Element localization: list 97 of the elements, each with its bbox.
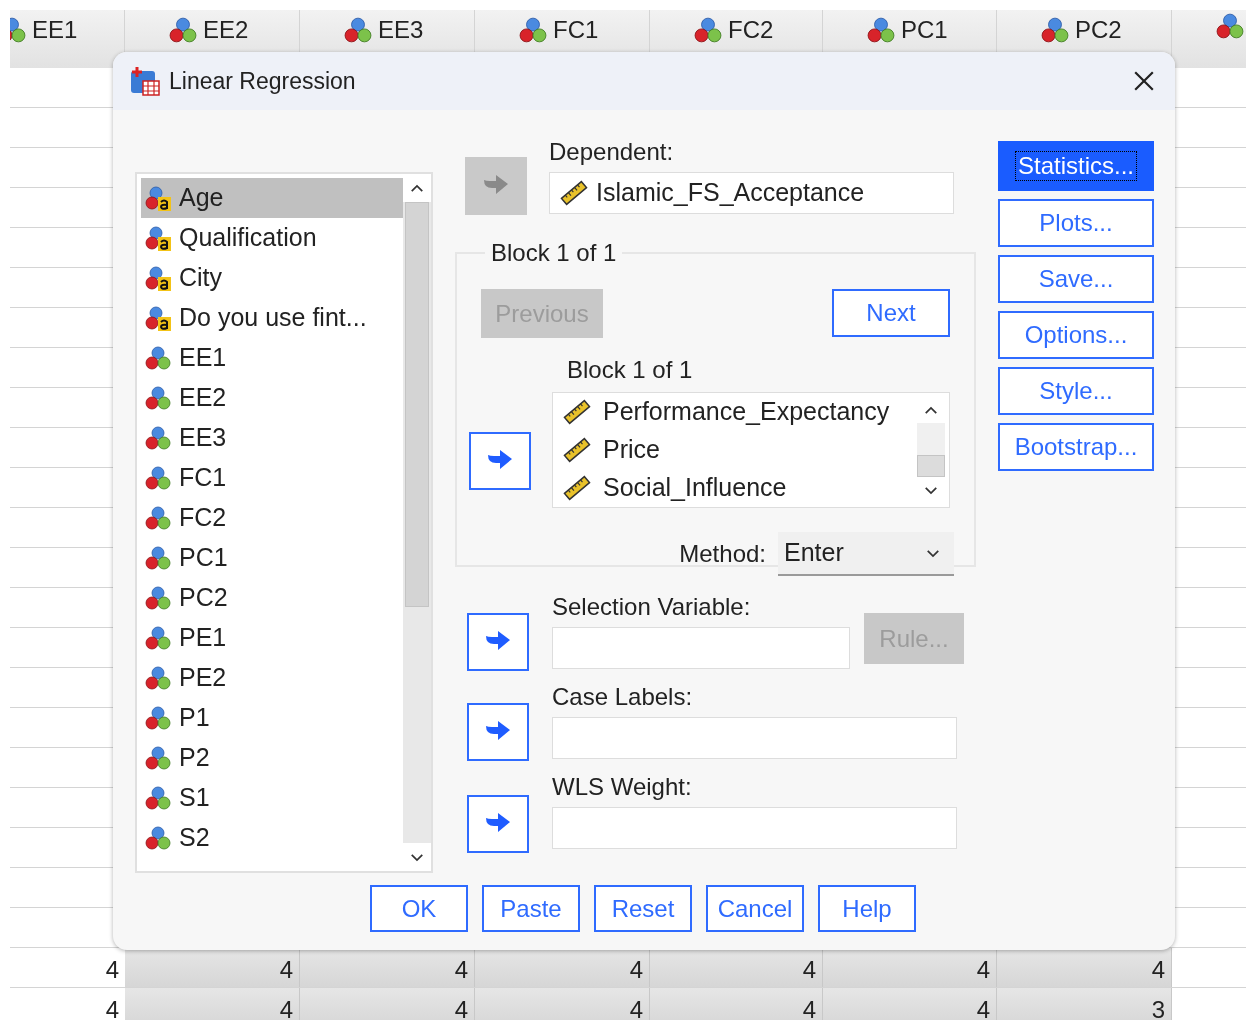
dialog-button[interactable]: Help <box>818 885 916 932</box>
variable-item[interactable]: Do you use fint... <box>141 298 403 338</box>
nominal-variable-icon <box>519 16 547 44</box>
nominal-variable-icon <box>1216 12 1244 40</box>
group-legend: Block 1 of 1 <box>485 235 623 271</box>
dialog-button[interactable]: Save... <box>998 255 1154 303</box>
variable-item[interactable]: Qualification <box>141 218 403 258</box>
dialog-button[interactable]: OK <box>370 885 468 932</box>
close-icon[interactable] <box>1133 70 1155 92</box>
table-cell-text: 4 <box>105 955 119 985</box>
method-dropdown[interactable]: Enter <box>778 532 954 576</box>
string-variable-icon <box>145 185 171 211</box>
variable-item[interactable]: City <box>141 258 403 298</box>
dialog-button[interactable]: Options... <box>998 311 1154 359</box>
dependent-field[interactable]: Islamic_FS_Acceptance <box>549 172 954 214</box>
string-variable-icon <box>145 305 171 331</box>
block-label: Block 1 of 1 <box>567 356 693 383</box>
field-label: Dependent: <box>549 140 675 164</box>
table-cell-text: 4 <box>802 995 816 1020</box>
regression-app-icon <box>129 65 161 97</box>
dialog-button[interactable]: Bootstrap... <box>998 423 1154 471</box>
variable-item[interactable]: EE3 <box>141 418 403 458</box>
nominal-variable-icon <box>145 505 171 531</box>
variable-item[interactable]: Performance_Expectancy <box>563 393 917 431</box>
scroll-up-icon[interactable] <box>924 405 938 415</box>
dropdown-caret-icon <box>926 548 940 558</box>
nominal-variable-icon <box>145 745 171 771</box>
field-label: WLS Weight: <box>552 775 693 799</box>
scroll-down-icon[interactable] <box>410 852 424 862</box>
move-arrow-button[interactable] <box>467 613 529 671</box>
nominal-variable-icon <box>1041 16 1069 44</box>
table-cell-text: 4 <box>976 995 990 1020</box>
string-variable-icon <box>145 265 171 291</box>
scroll-thumb[interactable] <box>405 202 429 607</box>
dialog-button[interactable]: Cancel <box>706 885 804 932</box>
table-cell-text: 4 <box>802 955 816 985</box>
scrollbar[interactable] <box>403 174 431 871</box>
field-label: Case Labels: <box>552 685 694 709</box>
table-cell-text: 4 <box>105 995 119 1020</box>
move-arrow-button[interactable] <box>467 703 529 761</box>
table-cell-text: 4 <box>279 955 293 985</box>
variable-item[interactable]: S2 <box>141 818 403 858</box>
variable-item[interactable]: S1 <box>141 778 403 818</box>
table-cell-text: 4 <box>1151 955 1165 985</box>
table-cell-text: 3 <box>1151 995 1165 1020</box>
move-arrow-button[interactable] <box>469 432 531 490</box>
nominal-variable-icon <box>145 425 171 451</box>
dialog-button[interactable]: Reset <box>594 885 692 932</box>
nominal-variable-icon <box>145 545 171 571</box>
variable-item[interactable]: PE1 <box>141 618 403 658</box>
nominal-variable-icon <box>169 16 197 44</box>
variable-item[interactable]: P1 <box>141 698 403 738</box>
selection-field[interactable] <box>552 627 850 669</box>
dialog-button[interactable]: Statistics... <box>998 141 1154 191</box>
nominal-variable-icon <box>145 345 171 371</box>
field-label: Method: <box>679 542 766 566</box>
variable-item[interactable]: Price <box>563 431 917 469</box>
string-variable-icon <box>145 225 171 251</box>
variable-item[interactable]: PC2 <box>141 578 403 618</box>
variable-item[interactable]: PE2 <box>141 658 403 698</box>
table-cell-text: 4 <box>279 995 293 1020</box>
nominal-variable-icon <box>867 16 895 44</box>
nominal-variable-icon <box>145 785 171 811</box>
nominal-variable-icon <box>145 665 171 691</box>
case-labels-field[interactable] <box>552 717 957 759</box>
nominal-variable-icon <box>145 385 171 411</box>
nominal-variable-icon <box>145 465 171 491</box>
scroll-down-icon[interactable] <box>924 485 938 495</box>
variable-item[interactable]: FC1 <box>141 458 403 498</box>
table-cell-text: 4 <box>454 995 468 1020</box>
dialog-button[interactable]: Plots... <box>998 199 1154 247</box>
variable-item[interactable]: P2 <box>141 738 403 778</box>
variable-item[interactable]: EE2 <box>141 378 403 418</box>
variable-item[interactable]: FC2 <box>141 498 403 538</box>
variable-item[interactable]: Social_Influence <box>563 469 917 507</box>
variable-item[interactable]: PC1 <box>141 538 403 578</box>
table-cell-text: 4 <box>629 995 643 1020</box>
scroll-thumb[interactable] <box>917 455 945 477</box>
nominal-variable-icon <box>344 16 372 44</box>
move-arrow-button[interactable] <box>467 795 529 853</box>
nominal-variable-icon <box>145 585 171 611</box>
window-title: Linear Regression <box>169 66 356 96</box>
scroll-up-icon[interactable] <box>410 183 424 193</box>
nominal-variable-icon <box>694 16 722 44</box>
variable-item[interactable]: EE1 <box>141 338 403 378</box>
dialog-button[interactable]: Paste <box>482 885 580 932</box>
dialog-button[interactable]: Next <box>832 289 950 337</box>
dialog-button[interactable]: Style... <box>998 367 1154 415</box>
nominal-variable-icon <box>145 625 171 651</box>
field-label: Selection Variable: <box>552 595 752 619</box>
table-cell-text: 4 <box>976 955 990 985</box>
variable-item[interactable]: Age <box>141 178 403 218</box>
table-cell-text: 4 <box>454 955 468 985</box>
wls-weight-field[interactable] <box>552 807 957 849</box>
nominal-variable-icon <box>145 705 171 731</box>
nominal-variable-icon <box>145 825 171 851</box>
table-cell-text: 4 <box>629 955 643 985</box>
